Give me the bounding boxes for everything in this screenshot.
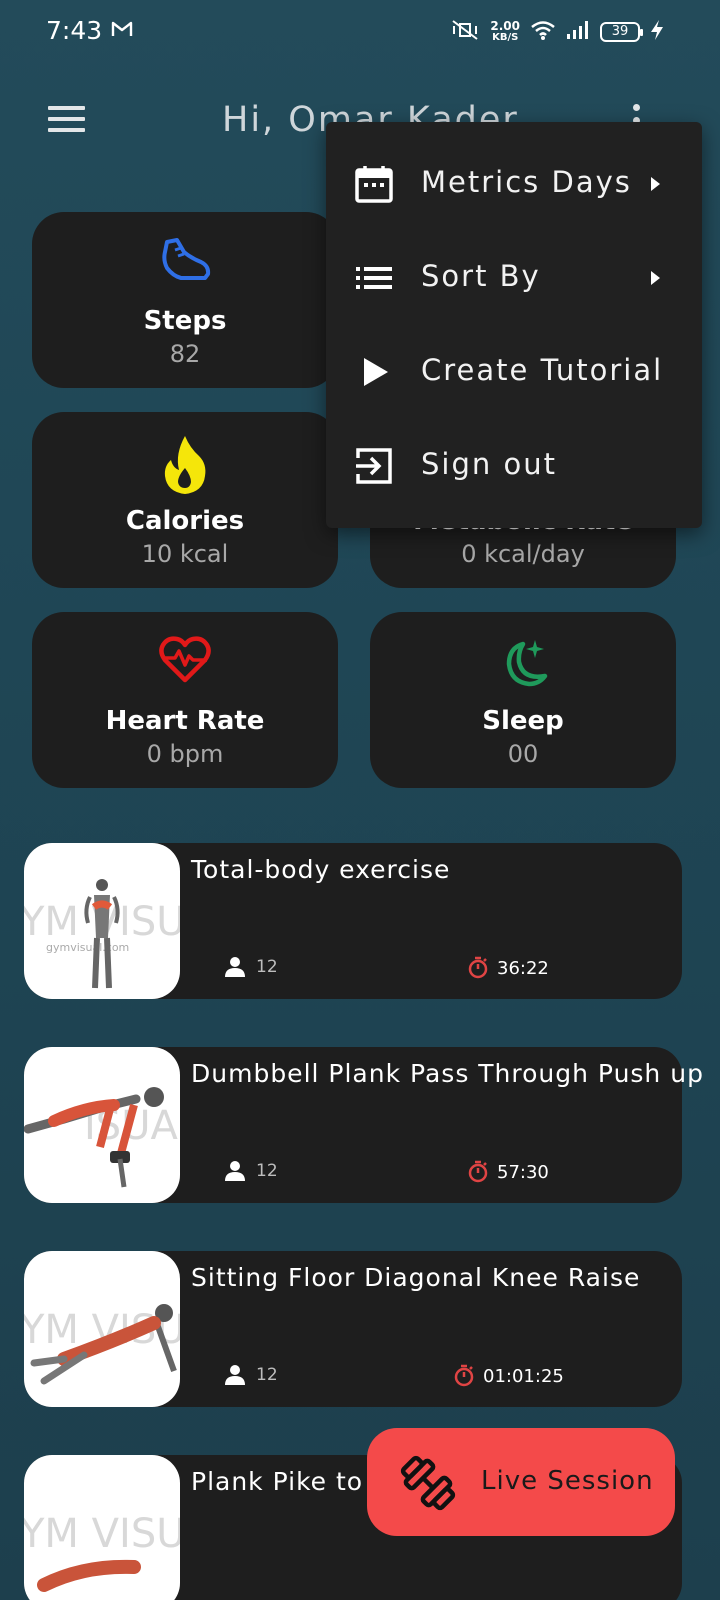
person-icon: [225, 1161, 245, 1181]
list-icon: [356, 267, 392, 289]
menu-item-sort-by[interactable]: Sort By: [326, 231, 702, 325]
timer-icon: [468, 1160, 488, 1183]
shoe-icon: [32, 234, 338, 298]
menu-item-create-tutorial[interactable]: Create Tutorial: [326, 325, 702, 419]
menu-item-label: Sign out: [421, 447, 557, 481]
menu-item-metrics-days[interactable]: Metrics Days: [326, 137, 702, 231]
menu-item-label: Metrics Days: [421, 165, 632, 199]
exercise-title: Plank Pike to: [191, 1467, 364, 1496]
charging-icon: [650, 19, 664, 45]
exercise-card[interactable]: YM VISUA gymvisual.com Total-body exerci…: [24, 843, 682, 999]
moon-icon: [370, 634, 676, 698]
status-time: 7:43: [46, 16, 103, 45]
participant-count: 12: [256, 957, 278, 977]
menu-item-sign-out[interactable]: Sign out: [326, 419, 702, 513]
mute-vibrate-icon: [450, 18, 480, 46]
sleep-label: Sleep: [482, 706, 564, 736]
play-icon: [364, 358, 388, 386]
hamburger-menu-icon[interactable]: [48, 106, 88, 138]
steps-value: 82: [169, 340, 201, 368]
metabolic-rate-value: 0 kcal/day: [461, 540, 585, 568]
person-icon: [225, 1365, 245, 1385]
menu-item-label: Sort By: [421, 259, 541, 293]
exercise-thumbnail: YM VISU: [24, 1455, 180, 1600]
duration-text: 36:22: [497, 957, 549, 979]
exercise-title: Dumbbell Plank Pass Through Push up: [191, 1059, 704, 1088]
exercise-thumbnail: YM VISU: [24, 1251, 180, 1407]
heart-rate-card[interactable]: Heart Rate 0 bpm: [32, 612, 338, 788]
sleep-card[interactable]: Sleep 00: [370, 612, 676, 788]
menu-item-label: Create Tutorial: [421, 353, 664, 387]
wifi-icon: [530, 19, 556, 45]
svg-text:YM VISU: YM VISU: [24, 1511, 180, 1557]
calories-label: Calories: [125, 506, 245, 536]
exercise-duration: 01:01:25: [453, 1364, 564, 1388]
exercise-participants: 12: [224, 1160, 278, 1182]
participant-count: 12: [256, 1161, 278, 1181]
overflow-menu: Metrics Days Sort By Create Tutorial Sig…: [326, 122, 702, 528]
person-icon: [225, 957, 245, 977]
timer-icon: [454, 1364, 474, 1387]
submenu-arrow-icon: [651, 271, 660, 285]
heart-rate-value: 0 bpm: [146, 740, 224, 768]
signal-icon: [566, 19, 590, 45]
calories-value: 10 kcal: [141, 540, 229, 568]
participant-count: 12: [256, 1365, 278, 1385]
duration-text: 01:01:25: [483, 1365, 564, 1387]
duration-text: 57:30: [497, 1161, 549, 1183]
exercise-thumbnail: YM VISUA gymvisual.com: [24, 843, 180, 999]
steps-card[interactable]: Steps 82: [32, 212, 338, 388]
exercise-duration: 36:22: [467, 956, 549, 980]
status-bar: 7:43 2.00 KB/S 39: [0, 0, 720, 64]
calories-card[interactable]: Calories 10 kcal: [32, 412, 338, 588]
heart-pulse-icon: [32, 634, 338, 698]
exercise-participants: 12: [224, 1364, 278, 1386]
speed-unit: KB/S: [492, 32, 519, 43]
exercise-card[interactable]: ISUA Dumbbell Plank Pass Through Push up…: [24, 1047, 703, 1203]
steps-label: Steps: [143, 306, 227, 336]
svg-text:gymvisual.com: gymvisual.com: [46, 941, 129, 954]
battery-indicator: 39: [600, 22, 643, 42]
gmail-icon: [111, 20, 133, 42]
dumbbell-icon: [400, 1455, 456, 1511]
timer-icon: [468, 956, 488, 979]
live-session-button[interactable]: Live Session: [367, 1428, 675, 1536]
sleep-value: 00: [507, 740, 539, 768]
live-session-label: Live Session: [481, 1466, 654, 1496]
exercise-card[interactable]: YM VISU Sitting Floor Diagonal Knee Rais…: [24, 1251, 682, 1407]
exercise-title: Sitting Floor Diagonal Knee Raise: [191, 1263, 641, 1292]
calendar-icon: [355, 166, 393, 203]
exercise-thumbnail: ISUA: [24, 1047, 180, 1203]
speed-value: 2.00: [490, 19, 520, 33]
submenu-arrow-icon: [651, 177, 660, 191]
exercise-participants: 12: [224, 956, 278, 978]
exercise-duration: 57:30: [467, 1160, 549, 1184]
flame-icon: [32, 434, 338, 498]
sign-out-icon: [356, 448, 392, 484]
heart-rate-label: Heart Rate: [105, 706, 265, 736]
status-icons: 2.00 KB/S 39: [450, 18, 664, 46]
network-speed: 2.00 KB/S: [490, 19, 520, 43]
exercise-title: Total-body exercise: [191, 855, 451, 884]
